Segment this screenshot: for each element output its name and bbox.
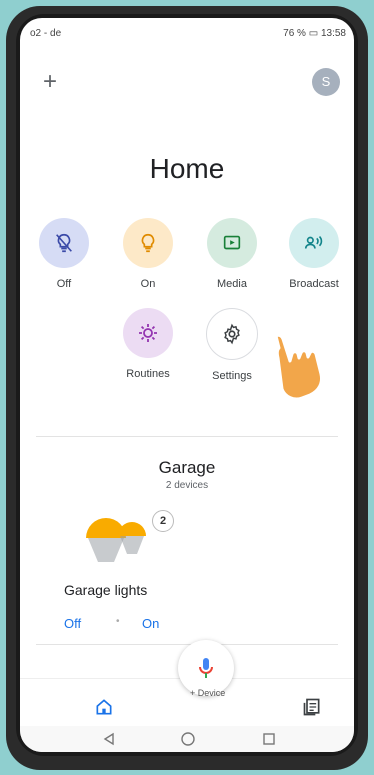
recents-icon[interactable] — [262, 732, 276, 746]
lights-icon[interactable] — [82, 510, 162, 575]
action-label: Broadcast — [289, 278, 339, 290]
bulb-off-icon — [39, 218, 89, 268]
action-broadcast[interactable]: Broadcast — [274, 218, 354, 290]
separator-dot: • — [116, 616, 120, 627]
device-count-badge: 2 — [152, 510, 174, 532]
media-icon — [207, 218, 257, 268]
status-bar: o2 - de 76 % ▭ 13:58 — [20, 18, 354, 44]
avatar[interactable]: S — [312, 68, 340, 96]
action-on[interactable]: On — [108, 218, 188, 290]
room-title: Garage — [158, 458, 216, 477]
battery-icon: ▭ — [308, 28, 319, 39]
add-button[interactable]: + — [38, 70, 62, 94]
carrier-label: o2 - de — [30, 28, 62, 39]
action-label: Routines — [126, 368, 170, 380]
broadcast-icon — [289, 218, 339, 268]
on-button[interactable]: On — [142, 616, 159, 631]
back-icon[interactable] — [102, 732, 116, 746]
divider — [36, 436, 338, 437]
feed-icon[interactable] — [302, 697, 322, 722]
gear-icon — [206, 308, 258, 360]
room-device-count: 2 devices — [165, 480, 209, 491]
clock: 13:58 — [320, 28, 346, 39]
device-name[interactable]: Garage lights — [64, 582, 147, 598]
status-right: 76 % ▭ 13:58 — [283, 28, 346, 39]
phone-bezel: o2 - de 76 % ▭ 13:58 + S Home Off On Med… — [16, 14, 358, 756]
pointing-hand-icon — [268, 330, 332, 407]
page-title: Home — [149, 153, 225, 184]
action-label: Media — [217, 278, 247, 290]
off-button[interactable]: Off — [64, 616, 81, 631]
screen: o2 - de 76 % ▭ 13:58 + S Home Off On Med… — [20, 18, 354, 752]
divider — [36, 644, 338, 645]
action-label: Off — [56, 278, 72, 290]
action-label: Settings — [212, 370, 252, 382]
bulb-icon — [123, 218, 173, 268]
action-media[interactable]: Media — [192, 218, 272, 290]
routines-icon — [123, 308, 173, 358]
mic-icon — [199, 658, 213, 678]
action-routines[interactable]: Routines — [108, 308, 188, 380]
home-icon[interactable] — [94, 697, 114, 722]
battery-percent: 76 % — [283, 28, 306, 39]
home-circle-icon[interactable] — [180, 731, 196, 747]
system-nav-bar — [20, 726, 354, 752]
phone-frame: o2 - de 76 % ▭ 13:58 + S Home Off On Med… — [6, 6, 368, 770]
action-off[interactable]: Off — [24, 218, 104, 290]
action-settings[interactable]: Settings — [192, 308, 272, 382]
action-label: On — [140, 278, 156, 290]
fab-label: + Device — [190, 688, 226, 698]
